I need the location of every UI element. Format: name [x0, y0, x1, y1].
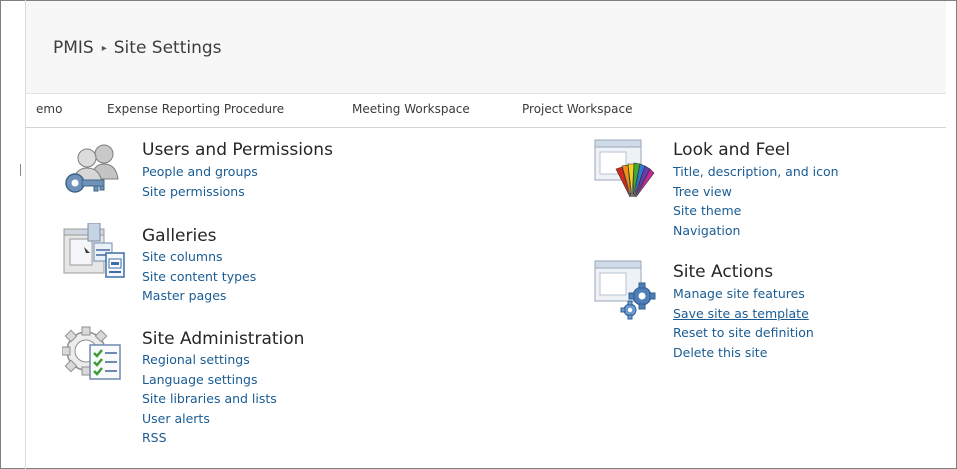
link-site-content-types[interactable]: Site content types	[142, 267, 256, 287]
nav-item-demo[interactable]: emo	[36, 102, 62, 116]
look-and-feel-heading: Look and Feel	[673, 140, 791, 160]
link-site-columns[interactable]: Site columns	[142, 247, 256, 267]
link-save-site-as-template[interactable]: Save site as template	[673, 304, 814, 324]
users-permissions-icon	[65, 144, 119, 193]
look-and-feel-icon	[594, 139, 655, 198]
nav-item-expense-reporting-procedure[interactable]: Expense Reporting Procedure	[107, 102, 284, 116]
link-rss[interactable]: RSS	[142, 428, 277, 448]
link-manage-site-features[interactable]: Manage site features	[673, 284, 814, 304]
link-site-theme[interactable]: Site theme	[673, 201, 839, 221]
link-people-and-groups[interactable]: People and groups	[142, 162, 258, 182]
site-administration-icon	[62, 326, 121, 380]
left-marker	[20, 164, 21, 176]
users-permissions-links: People and groups Site permissions	[142, 162, 258, 201]
link-tree-view[interactable]: Tree view	[673, 182, 839, 202]
page-title: PMIS ▸ Site Settings	[53, 38, 222, 58]
link-delete-this-site[interactable]: Delete this site	[673, 343, 814, 363]
nav-item-project-workspace[interactable]: Project Workspace	[522, 102, 632, 116]
look-and-feel-links: Title, description, and icon Tree view S…	[673, 162, 839, 240]
galleries-links: Site columns Site content types Master p…	[142, 247, 256, 306]
users-permissions-heading: Users and Permissions	[142, 140, 333, 160]
galleries-icon	[63, 223, 125, 278]
site-actions-icon	[594, 260, 656, 320]
nav-item-meeting-workspace[interactable]: Meeting Workspace	[352, 102, 470, 116]
site-actions-heading: Site Actions	[673, 262, 774, 282]
link-user-alerts[interactable]: User alerts	[142, 409, 277, 429]
site-administration-heading: Site Administration	[142, 329, 305, 349]
link-site-libraries-and-lists[interactable]: Site libraries and lists	[142, 389, 277, 409]
breadcrumb-site-link[interactable]: PMIS	[53, 38, 94, 58]
site-administration-links: Regional settings Language settings Site…	[142, 350, 277, 448]
galleries-heading: Galleries	[142, 226, 217, 246]
top-navigation: emo Expense Reporting Procedure Meeting …	[26, 93, 946, 128]
site-actions-links: Manage site features Save site as templa…	[673, 284, 814, 362]
link-language-settings[interactable]: Language settings	[142, 370, 277, 390]
breadcrumb-arrow-icon: ▸	[101, 43, 107, 54]
link-navigation[interactable]: Navigation	[673, 221, 839, 241]
link-master-pages[interactable]: Master pages	[142, 286, 256, 306]
link-site-permissions[interactable]: Site permissions	[142, 182, 258, 202]
link-regional-settings[interactable]: Regional settings	[142, 350, 277, 370]
breadcrumb-current: Site Settings	[113, 38, 222, 58]
link-reset-to-site-definition[interactable]: Reset to site definition	[673, 323, 814, 343]
link-title-description-icon[interactable]: Title, description, and icon	[673, 162, 839, 182]
